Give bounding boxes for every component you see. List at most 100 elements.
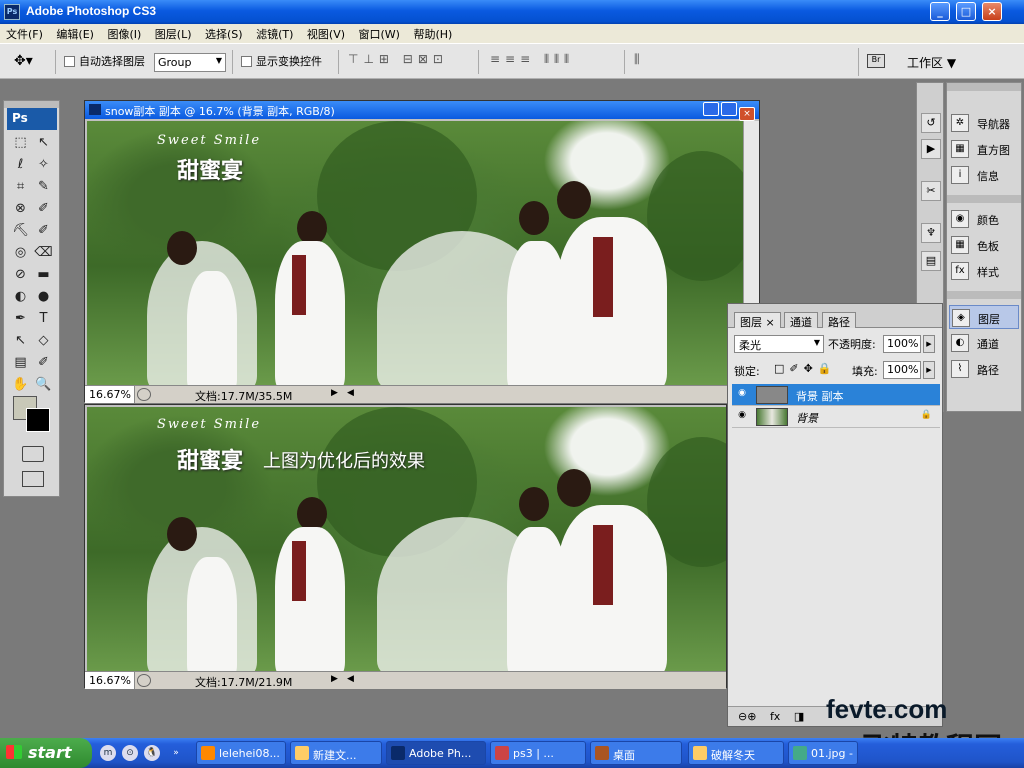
- eyedropper-tool-icon[interactable]: ✐: [32, 355, 55, 377]
- document-titlebar[interactable]: snow副本 副本 @ 16.7% (背景 副本, RGB/8) ×: [85, 101, 759, 121]
- quick-launch-more-icon[interactable]: »: [168, 745, 184, 761]
- shape-tool-icon[interactable]: ◇: [32, 333, 55, 355]
- burn-tool-icon[interactable]: ●: [32, 289, 55, 311]
- tab-paths[interactable]: 路径: [822, 312, 856, 329]
- menu-layer[interactable]: 图层(L): [149, 24, 196, 42]
- layer-style-icon[interactable]: fx: [770, 710, 780, 723]
- scroll-left-icon[interactable]: ◀: [347, 388, 354, 398]
- workspace-menu[interactable]: 工作区 ▼: [907, 54, 956, 71]
- start-button[interactable]: start: [0, 738, 92, 768]
- panel-navigator[interactable]: ✲ 导航器: [949, 111, 1019, 135]
- bridge-icon[interactable]: Br: [867, 54, 885, 68]
- move-tool-icon[interactable]: ✥▾: [14, 53, 33, 69]
- lock-buttons-icon[interactable]: □✐✥🔒: [774, 362, 837, 375]
- panel-styles[interactable]: fx 样式: [949, 259, 1019, 283]
- actions-icon[interactable]: ▶: [921, 139, 941, 159]
- background-color-swatch[interactable]: [26, 408, 50, 432]
- brush-tool-icon[interactable]: ✐: [32, 201, 55, 223]
- fill-input[interactable]: 100%: [883, 361, 921, 379]
- panel-color[interactable]: ◉ 颜色: [949, 207, 1019, 231]
- task-item[interactable]: 桌面: [590, 741, 682, 765]
- brushes-icon[interactable]: ♆: [921, 223, 941, 243]
- layer-row-background-copy[interactable]: ◉ 背景 副本: [732, 384, 940, 406]
- eraser-tool-icon[interactable]: ◎: [9, 245, 32, 267]
- fill-slider-arrow-icon[interactable]: ▶: [923, 361, 935, 379]
- history-brush-tool-icon[interactable]: ✐: [32, 223, 55, 245]
- panel-grip[interactable]: [947, 291, 1021, 299]
- gradient-tool-icon[interactable]: ⌫: [32, 245, 55, 267]
- task-item[interactable]: lelehei08...: [196, 741, 286, 765]
- quick-launch-messenger-icon[interactable]: m: [100, 745, 116, 761]
- layer-mask-icon[interactable]: ◨: [794, 710, 804, 723]
- panel-channels[interactable]: ◐ 通道: [949, 331, 1019, 355]
- marquee-tool-icon[interactable]: ⬚: [9, 135, 32, 157]
- auto-select-checkbox[interactable]: [64, 56, 75, 67]
- opacity-slider-arrow-icon[interactable]: ▶: [923, 335, 935, 353]
- clone-source-icon[interactable]: ▤: [921, 251, 941, 271]
- slice-tool-icon[interactable]: ✎: [32, 179, 55, 201]
- crop-tool-icon[interactable]: ⌗: [9, 179, 32, 201]
- canvas-image-top[interactable]: Sweet Smile 甜蜜宴: [87, 121, 743, 385]
- history-icon[interactable]: ↺: [921, 113, 941, 133]
- menu-image[interactable]: 图像(I): [101, 24, 145, 42]
- opacity-input[interactable]: 100%: [883, 335, 921, 353]
- paint-bucket-tool-icon[interactable]: ▬: [32, 267, 55, 289]
- type-tool-icon[interactable]: T: [32, 311, 55, 333]
- status-info-icon[interactable]: [137, 674, 151, 687]
- panel-swatches[interactable]: ▦ 色板: [949, 233, 1019, 257]
- menu-help[interactable]: 帮助(H): [407, 24, 456, 42]
- blur-tool-icon[interactable]: ⊘: [9, 267, 32, 289]
- healing-brush-tool-icon[interactable]: ⊗: [9, 201, 32, 223]
- quick-mask-button[interactable]: [22, 446, 44, 462]
- pen-tool-icon[interactable]: ✒: [9, 311, 32, 333]
- auto-select-dropdown[interactable]: Group ▼: [154, 53, 226, 72]
- menu-select[interactable]: 选择(S): [199, 24, 247, 42]
- path-selection-tool-icon[interactable]: ↖: [9, 333, 32, 355]
- panel-layers[interactable]: ◈ 图层: [949, 305, 1019, 329]
- menu-edit[interactable]: 编辑(E): [50, 24, 98, 42]
- quick-launch-browser-icon[interactable]: ⊙: [122, 745, 138, 761]
- task-item[interactable]: 破解冬天: [688, 741, 784, 765]
- task-item[interactable]: Adobe Ph...: [386, 741, 486, 765]
- dodge-tool-icon[interactable]: ◐: [9, 289, 32, 311]
- document-maximize-button[interactable]: [721, 102, 737, 116]
- zoom-level-field[interactable]: 16.67%: [85, 386, 135, 403]
- tool-presets-icon[interactable]: ✂: [921, 181, 941, 201]
- status-menu-arrow-icon[interactable]: ▶: [331, 388, 338, 398]
- task-item[interactable]: ps3 | ...: [490, 741, 586, 765]
- menu-view[interactable]: 视图(V): [301, 24, 349, 42]
- panel-paths[interactable]: ⌇ 路径: [949, 357, 1019, 381]
- magic-wand-tool-icon[interactable]: ✧: [32, 157, 55, 179]
- menu-filter[interactable]: 滤镜(T): [250, 24, 297, 42]
- canvas-image-bottom[interactable]: Sweet Smile 甜蜜宴 上图为优化后的效果: [87, 407, 726, 671]
- maximize-button[interactable]: □: [956, 2, 976, 21]
- link-layers-icon[interactable]: ⊖⊕: [738, 710, 756, 723]
- zoom-level-field[interactable]: 16.67%: [85, 672, 135, 689]
- panel-histogram[interactable]: ▦ 直方图: [949, 137, 1019, 161]
- clone-stamp-tool-icon[interactable]: ⛏: [9, 223, 32, 245]
- layer-row-background[interactable]: ◉ 背景 🔒: [732, 406, 940, 428]
- panel-grip[interactable]: [947, 83, 1021, 91]
- blend-mode-dropdown[interactable]: 柔光 ▼: [734, 335, 824, 353]
- panel-grip[interactable]: [4, 101, 59, 108]
- task-item[interactable]: 新建文...: [290, 741, 382, 765]
- document-minimize-button[interactable]: [703, 102, 719, 116]
- minimize-button[interactable]: _: [930, 2, 950, 21]
- lasso-tool-icon[interactable]: ℓ: [9, 157, 32, 179]
- quick-launch-qq-icon[interactable]: 🐧: [144, 745, 160, 761]
- eye-icon[interactable]: ◉: [734, 388, 750, 402]
- menu-file[interactable]: 文件(F): [0, 24, 47, 42]
- scroll-left-icon[interactable]: ◀: [347, 674, 354, 684]
- task-item[interactable]: 01.jpg - ...: [788, 741, 858, 765]
- status-info-icon[interactable]: [137, 388, 151, 401]
- tab-layers[interactable]: 图层 ×: [734, 312, 781, 329]
- panel-grip[interactable]: [947, 195, 1021, 203]
- show-transform-checkbox[interactable]: [241, 56, 252, 67]
- document-close-button[interactable]: ×: [739, 107, 755, 121]
- status-menu-arrow-icon[interactable]: ▶: [331, 674, 338, 684]
- panel-info[interactable]: i 信息: [949, 163, 1019, 187]
- notes-tool-icon[interactable]: ▤: [9, 355, 32, 377]
- screen-mode-button[interactable]: [22, 471, 44, 487]
- eye-icon[interactable]: ◉: [734, 410, 750, 424]
- auto-align-icon[interactable]: ⫼: [634, 52, 645, 67]
